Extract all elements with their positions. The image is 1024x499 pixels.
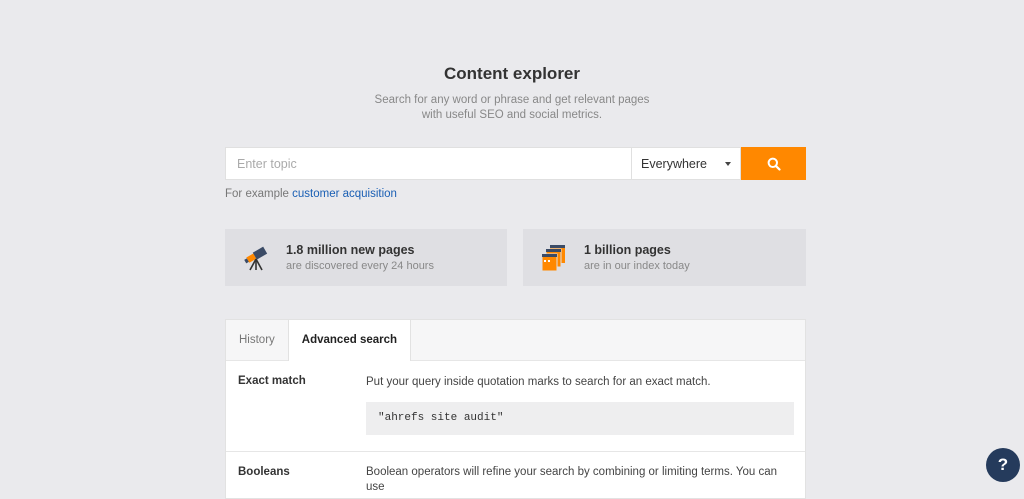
search-bar: Everywhere xyxy=(225,147,806,180)
search-button[interactable] xyxy=(741,147,806,180)
stat-card-new-pages: 1.8 million new pages are discovered eve… xyxy=(225,229,507,286)
exact-match-example: "ahrefs site audit" xyxy=(366,402,794,435)
scope-selected-value: Everywhere xyxy=(641,156,707,171)
stat-title: 1 billion pages xyxy=(584,243,671,257)
panel-tabs: History Advanced search xyxy=(226,320,805,361)
row-divider xyxy=(226,451,805,452)
page-subtitle: Search for any word or phrase and get re… xyxy=(0,93,1024,123)
subtitle-line-1: Search for any word or phrase and get re… xyxy=(374,94,650,106)
exact-match-label: Exact match xyxy=(238,375,306,387)
page-title: Content explorer xyxy=(443,64,581,83)
scope-dropdown[interactable]: Everywhere xyxy=(631,147,741,180)
search-help-panel: History Advanced search Exact match Put … xyxy=(225,319,806,499)
example-prefix: For example xyxy=(225,188,289,200)
stat-subtitle: are in our index today xyxy=(584,260,690,272)
stat-subtitle: are discovered every 24 hours xyxy=(286,260,434,272)
tab-advanced-search[interactable]: Advanced search xyxy=(287,320,412,361)
pages-stack-icon xyxy=(537,240,573,276)
search-icon xyxy=(767,157,781,171)
stat-card-index: 1 billion pages are in our index today xyxy=(523,229,806,286)
topic-search-input[interactable] xyxy=(225,147,631,180)
booleans-label: Booleans xyxy=(238,466,290,478)
chevron-down-icon xyxy=(725,161,731,166)
exact-match-description: Put your query inside quotation marks to… xyxy=(366,376,711,388)
help-button[interactable]: ? xyxy=(986,448,1020,482)
example-link[interactable]: customer acquisition xyxy=(292,188,397,200)
stat-title: 1.8 million new pages xyxy=(286,243,415,257)
subtitle-line-2: with useful SEO and social metrics. xyxy=(421,109,603,121)
search-example: For example customer acquisition xyxy=(225,188,397,200)
telescope-icon xyxy=(239,240,275,276)
tab-history[interactable]: History xyxy=(226,320,288,360)
